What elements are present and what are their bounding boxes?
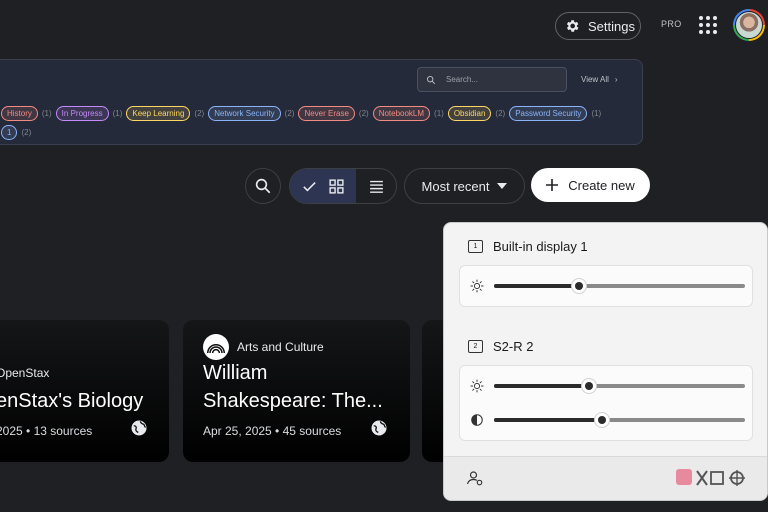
tag-list: History (1) In Progress (1) Keep Learning (2)… <box>1 105 605 121</box>
slider-thumb[interactable] <box>593 412 610 428</box>
watermark-logo <box>676 469 745 486</box>
tag-chip[interactable]: Obsidian <box>447 105 492 121</box>
tag-count: (2) <box>358 108 369 118</box>
globe-icon <box>131 420 147 436</box>
monitor-icon: 2 <box>468 340 483 353</box>
search-placeholder: Search... <box>446 75 479 84</box>
display-1-header: 1 Built-in display 1 <box>468 239 588 254</box>
arts-culture-logo-icon <box>203 334 229 360</box>
display-1-controls <box>459 265 753 307</box>
card-source: Arts and Culture <box>203 334 324 360</box>
apps-grid-icon[interactable] <box>699 16 717 34</box>
avatar-image <box>735 11 763 39</box>
tag-chip[interactable]: History <box>1 105 38 121</box>
tag-search-input[interactable]: Search... <box>417 67 567 92</box>
card-meta: 2025 • 13 sources <box>0 424 93 438</box>
search-icon <box>255 178 271 194</box>
display-2-controls <box>459 365 753 441</box>
tag-chip[interactable]: In Progress <box>55 105 109 121</box>
tag-count: (1) <box>41 108 52 118</box>
brightness-icon <box>470 379 484 393</box>
tag-list-row-2: 1 (2) <box>1 125 35 140</box>
globe-icon <box>371 420 387 436</box>
tag-count: (1) <box>591 108 602 118</box>
brightness-slider-display-2[interactable] <box>494 378 745 394</box>
tag-chip[interactable]: 1 <box>1 125 18 140</box>
tag-chip[interactable]: Network Security <box>208 105 281 121</box>
create-new-button[interactable]: Create new <box>531 168 650 202</box>
plus-icon <box>546 179 559 191</box>
flyout-footer <box>444 456 767 500</box>
settings-button[interactable]: Settings <box>555 12 641 40</box>
notebook-card[interactable]: OpenStax enStax's Biology 2025 • 13 sour… <box>0 320 169 462</box>
view-all-link[interactable]: View All › <box>581 75 618 84</box>
card-source-label: Arts and Culture <box>237 340 324 354</box>
display-2-name: S2-R 2 <box>493 339 534 354</box>
caret-down-icon <box>497 183 508 189</box>
gear-icon <box>566 20 579 32</box>
chevron-right-icon: › <box>614 75 618 84</box>
settings-label: Settings <box>588 18 635 34</box>
slider-thumb[interactable] <box>571 278 588 294</box>
brightness-icon <box>470 279 484 293</box>
search-button[interactable] <box>245 168 281 204</box>
card-source-label: OpenStax <box>0 366 50 380</box>
tag-chip[interactable]: NotebookLM <box>372 105 431 121</box>
avatar[interactable] <box>733 9 765 41</box>
search-icon <box>427 75 436 84</box>
tag-count: (2) <box>194 108 205 118</box>
contrast-slider-display-2[interactable] <box>494 412 745 428</box>
tag-chip[interactable]: Keep Learning <box>126 105 191 121</box>
tag-chip[interactable]: Password Security <box>509 105 588 121</box>
grid-icon <box>329 178 344 194</box>
tag-count: (2) <box>284 108 295 118</box>
profile-settings-icon[interactable] <box>466 469 484 487</box>
tag-count: (1) <box>434 108 444 118</box>
monitor-icon: 1 <box>468 240 483 253</box>
list-view-button[interactable] <box>356 169 396 203</box>
contrast-icon <box>471 414 483 426</box>
display-1-name: Built-in display 1 <box>493 239 588 254</box>
list-icon <box>369 180 383 193</box>
card-title: enStax's Biology <box>0 390 144 412</box>
grid-view-button[interactable] <box>290 169 356 203</box>
tag-count: (2) <box>495 108 506 118</box>
view-toggle <box>289 168 397 204</box>
sort-label: Most recent <box>421 178 490 194</box>
tag-chip[interactable]: Never Erase <box>298 105 355 121</box>
tags-panel: Search... View All › History (1) In Progre… <box>0 59 643 145</box>
tag-count: (2) <box>21 128 32 137</box>
tag-count: (1) <box>112 108 123 118</box>
brightness-slider-display-1[interactable] <box>494 278 745 294</box>
view-all-label: View All <box>581 75 609 84</box>
create-label: Create new <box>568 177 635 193</box>
display-2-header: 2 S2-R 2 <box>468 339 533 354</box>
card-title: William <box>203 362 268 384</box>
slider-thumb[interactable] <box>581 378 598 394</box>
card-meta: Apr 25, 2025 • 45 sources <box>203 424 342 438</box>
sort-dropdown[interactable]: Most recent <box>404 168 525 204</box>
card-title-line-2: Shakespeare: The... <box>203 390 383 412</box>
plan-badge: PRO <box>661 19 682 29</box>
display-settings-flyout: 1 Built-in display 1 2 S2-R 2 <box>443 222 768 501</box>
notebook-card[interactable]: Arts and Culture William Shakespeare: Th… <box>183 320 410 462</box>
check-icon <box>303 181 316 191</box>
card-source: OpenStax <box>0 366 49 380</box>
